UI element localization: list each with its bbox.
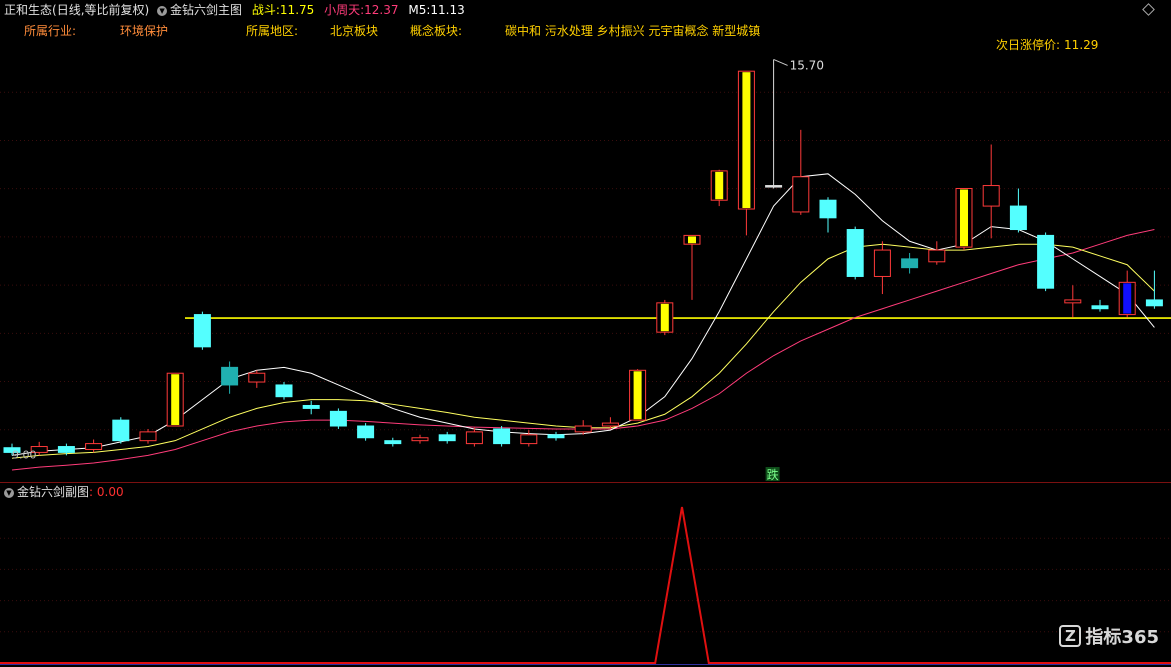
candle-body (742, 72, 751, 209)
candle-body (819, 199, 837, 219)
candle (765, 59, 783, 189)
candle (846, 226, 864, 280)
candle (411, 434, 429, 444)
candle-body (139, 431, 157, 442)
candle (547, 431, 565, 441)
candle-body (574, 425, 592, 433)
zhibiao365-logo: Z 指标365 (1059, 623, 1159, 649)
candle-body (329, 410, 347, 427)
candle-body (193, 314, 211, 348)
high-price-pointer (773, 58, 788, 66)
candle (792, 129, 810, 215)
candle-body (660, 303, 669, 332)
candle-body (1064, 299, 1082, 304)
candle-body (171, 374, 180, 426)
candle (248, 370, 266, 388)
candle-body (275, 384, 293, 398)
candle (1009, 188, 1027, 233)
signal-label: 跌 (767, 467, 779, 482)
low-price-label: 9.00 (12, 448, 37, 461)
candle-body (1145, 299, 1163, 307)
candle-body (715, 171, 724, 200)
candle (1037, 232, 1055, 292)
candle-body (601, 422, 619, 427)
candle-body (901, 258, 919, 269)
candle-body (357, 425, 375, 439)
candle-body (846, 229, 864, 277)
candle (85, 439, 103, 453)
candle (221, 361, 239, 394)
candle (1118, 270, 1136, 318)
candle (493, 426, 511, 447)
candle (955, 187, 973, 251)
candle-body (411, 437, 429, 442)
candle-body (792, 176, 810, 213)
candle-body (960, 189, 968, 247)
candle-body (384, 440, 402, 445)
candle (520, 430, 538, 447)
candle (139, 428, 157, 444)
candle-body (57, 446, 75, 453)
candle-body (1123, 283, 1132, 314)
candle-body (85, 443, 103, 450)
candle (384, 437, 402, 447)
candle (819, 197, 837, 233)
candle-body (873, 249, 891, 277)
candle-body (520, 434, 538, 445)
candle-body (302, 404, 320, 409)
candle-body (1091, 305, 1109, 310)
candle (112, 417, 130, 444)
candle (329, 408, 347, 429)
candle-body (765, 185, 783, 188)
candle (1091, 299, 1109, 312)
candle (873, 241, 891, 295)
candle-body (493, 428, 511, 445)
candle-body (1037, 234, 1055, 289)
candle-body (633, 371, 642, 420)
candle-body (928, 249, 946, 263)
candle (982, 144, 1000, 239)
candle (710, 169, 728, 207)
candle (656, 299, 674, 336)
candle-body (547, 434, 565, 439)
candle (683, 234, 701, 300)
sub-indicator-line (0, 506, 1171, 664)
main-candlestick-chart[interactable]: 15.70 9.00 跌 (0, 0, 1171, 482)
candle-body (221, 366, 239, 386)
candle (302, 400, 320, 415)
candle (275, 382, 293, 400)
candle (357, 423, 375, 441)
candle-body (248, 372, 266, 383)
candle (737, 70, 755, 236)
candle (193, 311, 211, 350)
candle (465, 427, 483, 447)
candle-body (438, 434, 456, 442)
candle-body (688, 236, 696, 244)
candle-body (982, 185, 1000, 207)
sub-indicator-chart[interactable] (0, 482, 1171, 667)
candle (438, 431, 456, 444)
candle (901, 253, 919, 274)
logo-text: 指标365 (1085, 627, 1159, 648)
candle (1145, 270, 1163, 309)
candle-body (465, 431, 483, 445)
candle (928, 241, 946, 265)
candle (1064, 285, 1082, 318)
candle (166, 372, 184, 427)
high-price-label: 15.70 (790, 58, 824, 72)
candle-body (112, 419, 130, 442)
candle-body (1009, 205, 1027, 231)
candle (629, 369, 647, 421)
logo-mark-icon: Z (1059, 625, 1082, 647)
